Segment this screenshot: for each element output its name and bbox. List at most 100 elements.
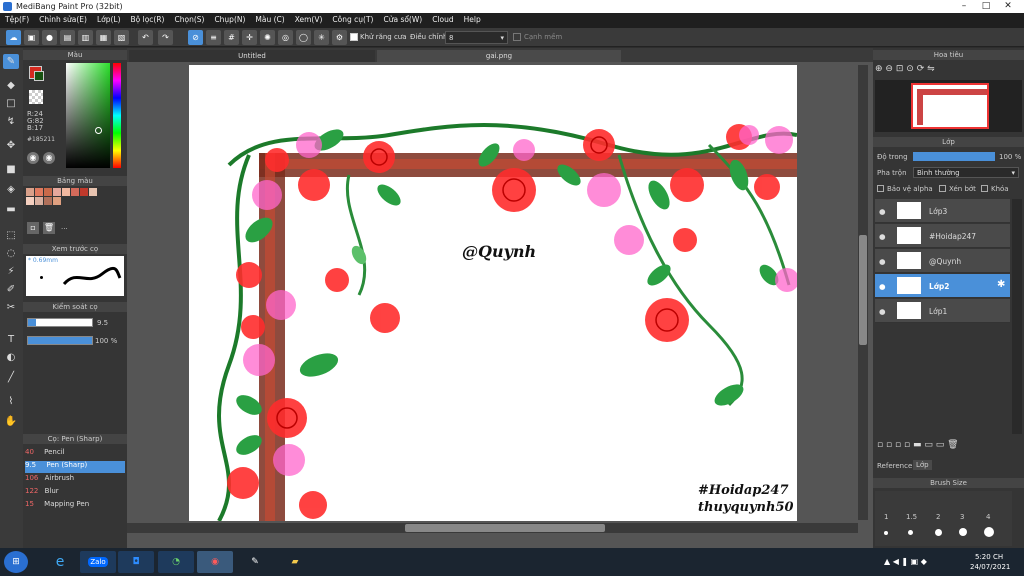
zalo-button[interactable]: Zalo: [80, 551, 116, 573]
folder-icon[interactable]: ▰: [277, 551, 313, 573]
operation-tool-icon[interactable]: ◐: [3, 350, 19, 365]
menu-cloud[interactable]: Cloud: [427, 13, 458, 24]
hue-slider[interactable]: [113, 63, 121, 168]
zoom-app-icon[interactable]: ◘: [118, 551, 154, 573]
grid-snap-icon[interactable]: #: [224, 30, 239, 45]
palette-swatch[interactable]: [71, 188, 79, 196]
transparent-swatch[interactable]: [29, 90, 43, 104]
export-icon[interactable]: ▦: [96, 30, 111, 45]
palette-swatch[interactable]: [62, 188, 70, 196]
palette-swatch[interactable]: [26, 197, 34, 205]
navigator-viewport[interactable]: [911, 83, 989, 129]
palette-more[interactable]: ...: [61, 223, 68, 231]
layer-scrollbar[interactable]: [1012, 199, 1022, 434]
coccoc-icon[interactable]: ◔: [158, 551, 194, 573]
brush-item[interactable]: 106 Airbrush: [25, 474, 125, 486]
zoom-actual-icon[interactable]: ⊙: [906, 64, 914, 74]
layer-item[interactable]: ● Lớp3: [875, 199, 1010, 223]
open-file-icon[interactable]: ▤: [60, 30, 75, 45]
crop-icon[interactable]: ▧: [114, 30, 129, 45]
menu-window[interactable]: Cửa sổ(W): [378, 13, 427, 24]
menu-filter[interactable]: Bộ lọc(R): [126, 13, 170, 24]
layer-item[interactable]: ● #Hoidap247: [875, 224, 1010, 248]
brush-size-grid[interactable]: 1 1.5 2 3 4: [875, 491, 1012, 546]
brush-tool-icon[interactable]: ✎: [3, 54, 19, 69]
close-button[interactable]: ✕: [1000, 0, 1016, 12]
minimize-button[interactable]: –: [956, 0, 972, 12]
navigator-preview[interactable]: [875, 80, 1022, 132]
new-layer-icon[interactable]: ▫: [877, 440, 883, 450]
tab-layer[interactable]: Lớp: [913, 460, 932, 470]
lock-checkbox[interactable]: [981, 185, 988, 192]
gear-icon[interactable]: ✱: [997, 279, 1005, 290]
zoom-in-icon[interactable]: ⊕: [875, 64, 883, 74]
cloud-icon[interactable]: ☁: [6, 30, 21, 45]
layer-item[interactable]: ● @Quynh: [875, 249, 1010, 273]
menu-help[interactable]: Help: [459, 13, 486, 24]
brush-item-selected[interactable]: 9.5 Pen (Sharp): [25, 461, 125, 473]
comment-icon[interactable]: ●: [42, 30, 57, 45]
palette-swatch[interactable]: [53, 188, 61, 196]
shape-tool-icon[interactable]: ■: [3, 162, 19, 177]
palette-swatch[interactable]: [35, 188, 43, 196]
eyedropper-tool-icon[interactable]: ⌇: [3, 394, 19, 409]
lasso-select-icon[interactable]: ◌: [3, 246, 19, 261]
vertical-scroll-thumb[interactable]: [859, 235, 867, 345]
select-tool-icon[interactable]: ⬚: [3, 228, 19, 243]
paint-icon[interactable]: ✎: [237, 551, 273, 573]
palette-swatch[interactable]: [80, 188, 88, 196]
protect-alpha-checkbox[interactable]: [877, 185, 884, 192]
menu-view[interactable]: Xem(V): [290, 13, 328, 24]
snap-off-icon[interactable]: ⊘: [188, 30, 203, 45]
start-button[interactable]: ⊞: [4, 551, 28, 573]
gradient-tool-icon[interactable]: ▬: [3, 202, 19, 217]
lasso-tool-icon[interactable]: ↯: [3, 114, 19, 129]
rotate-icon[interactable]: ⟳: [917, 64, 925, 74]
divide-tool-icon[interactable]: ╱: [3, 370, 19, 385]
add-color-icon[interactable]: ◉: [43, 152, 55, 164]
perspective-snap-icon[interactable]: ✳: [314, 30, 329, 45]
layer-item[interactable]: ● Lớp1: [875, 299, 1010, 323]
new-layer-1bit-icon[interactable]: ▫: [895, 440, 901, 450]
tray-icons[interactable]: ▲ ◀ ❚ ▣ ◆: [884, 557, 927, 566]
brush-opacity-slider[interactable]: [27, 336, 93, 345]
sub-color-swatch[interactable]: [34, 71, 44, 81]
layer-settings-icon[interactable]: ▭: [936, 440, 945, 450]
brush-item[interactable]: 15 Mapping Pen: [25, 500, 125, 512]
delete-layer-icon[interactable]: 🗑: [947, 440, 958, 450]
palette-swatch[interactable]: [53, 197, 61, 205]
flip-icon[interactable]: ⇋: [927, 64, 935, 74]
palette-swatch[interactable]: [26, 188, 34, 196]
tab-reference[interactable]: Reference: [877, 462, 912, 470]
ie-icon[interactable]: e: [42, 551, 78, 573]
menu-tools[interactable]: Công cụ(T): [327, 13, 378, 24]
dot-tool-icon[interactable]: □: [3, 96, 19, 111]
horizontal-scroll-thumb[interactable]: [405, 524, 605, 532]
undo-icon[interactable]: ↶: [138, 30, 153, 45]
palette-swatch[interactable]: [44, 197, 52, 205]
hand-tool-icon[interactable]: ✋: [3, 414, 19, 429]
folder-icon[interactable]: ▬: [913, 440, 922, 450]
antialias-checkbox[interactable]: [350, 33, 358, 41]
brush-item[interactable]: 122 Blur: [25, 487, 125, 499]
tab-untitled[interactable]: Untitled: [129, 50, 375, 62]
menu-color[interactable]: Màu (C): [250, 13, 289, 24]
delete-palette-icon[interactable]: 🗑: [43, 222, 55, 234]
merge-down-icon[interactable]: ▭: [924, 440, 933, 450]
canvas[interactable]: @Quynh #Hoidap247 thuyquynh50: [189, 65, 797, 521]
menu-file[interactable]: Tệp(F): [0, 13, 34, 24]
palette-swatch[interactable]: [44, 188, 52, 196]
select-eraser-icon[interactable]: ✂: [3, 300, 19, 315]
radial-snap-icon[interactable]: ✺: [260, 30, 275, 45]
clipping-checkbox[interactable]: [939, 185, 946, 192]
save-icon[interactable]: ▥: [78, 30, 93, 45]
move-tool-icon[interactable]: ✥: [3, 138, 19, 153]
color-palette[interactable]: [26, 188, 106, 216]
circle-snap-icon[interactable]: ◎: [278, 30, 293, 45]
eraser-tool-icon[interactable]: ◆: [3, 78, 19, 93]
crosshair-snap-icon[interactable]: ✛: [242, 30, 257, 45]
add-palette-icon[interactable]: ▫: [27, 222, 39, 234]
text-tool-icon[interactable]: T: [3, 332, 19, 347]
curve-snap-icon[interactable]: ◯: [296, 30, 311, 45]
menu-layer[interactable]: Lớp(L): [92, 13, 126, 24]
